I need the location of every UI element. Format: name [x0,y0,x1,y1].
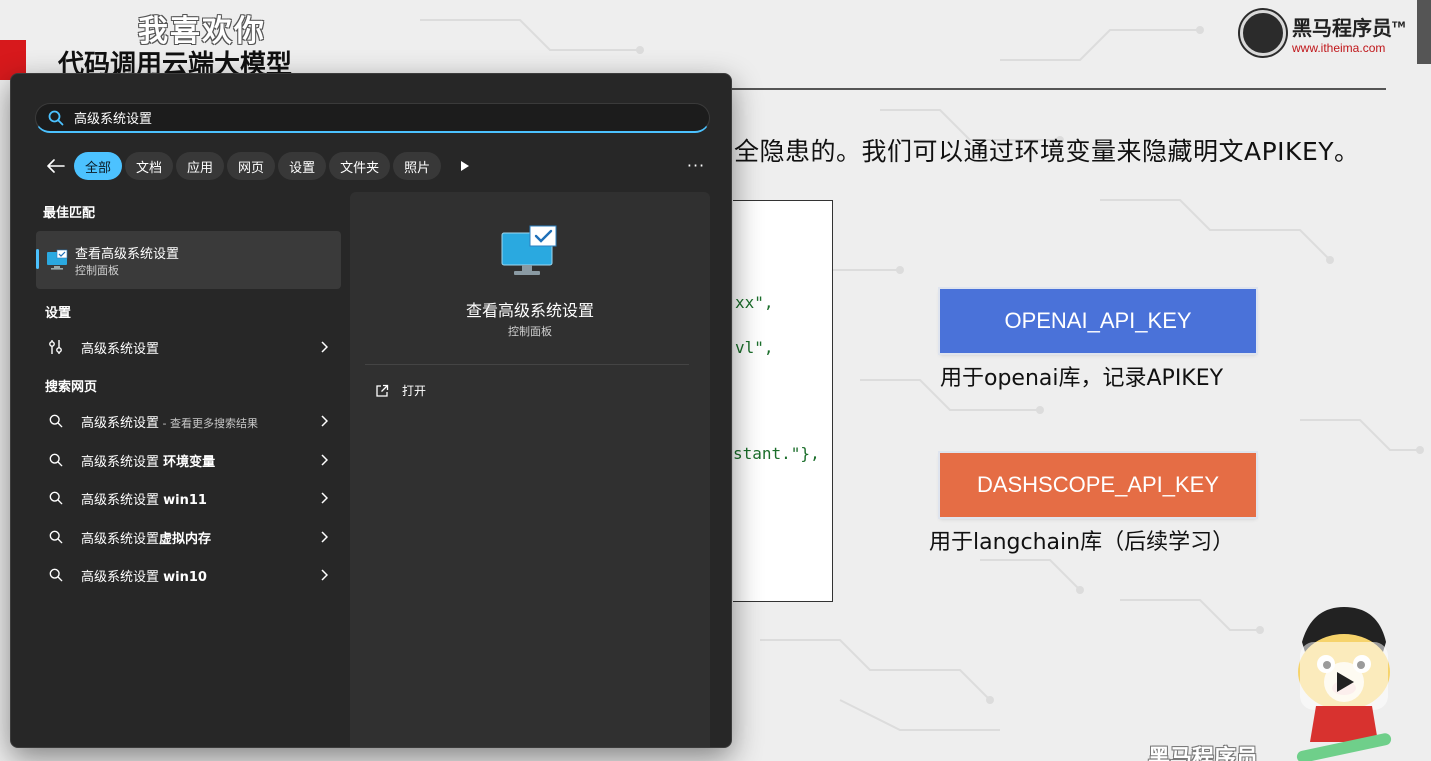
preview-subtitle: 控制面板 [508,325,552,338]
monitor-check-icon [501,225,557,275]
chevron-right-icon [317,340,331,354]
web-result-item[interactable]: 高级系统设置 win10 [41,559,331,591]
section-web-search: 搜索网页 [45,380,98,395]
chevron-right-icon [317,491,331,505]
logo-url: www.itheima.com [1292,40,1386,55]
mascot-icon [1296,607,1392,761]
section-settings: 设置 [45,306,72,321]
play-icon[interactable] [450,152,480,180]
filter-chip-all[interactable]: 全部 [74,152,123,180]
web-result-label: 高级系统设置 [81,415,160,431]
best-match-title: 查看高级系统设置 [75,247,180,262]
arrow-left-icon[interactable] [41,152,71,180]
logo-trademark: TM [1392,19,1406,29]
logo-name: 黑马程序员 [1292,15,1392,40]
search-box[interactable] [35,103,710,133]
web-result-label: 高级系统设置 [81,492,164,508]
brand-logo: 黑马程序员TM www.itheima.com [1240,10,1405,56]
monitor-check-icon [47,249,68,270]
web-result-item[interactable]: 高级系统设置 win11 [41,482,331,514]
horse-logo-icon [1240,10,1286,56]
search-filter-bar: 全部 文档 应用 网页 设置 文件夹 照片 ··· [41,151,711,181]
preview-title: 查看高级系统设置 [465,301,594,320]
search-icon [47,412,65,430]
chevron-right-icon [317,568,331,582]
code-snippet-box: xx", vl", stant."}, [733,200,833,602]
scrollbar[interactable] [1417,0,1431,64]
web-result-label: 高级系统设置 [81,531,160,547]
web-result-keyword: 环境变量 [163,454,216,470]
section-best-match: 最佳匹配 [43,206,96,221]
slide-intro-text: 全隐患的。我们可以通过环境变量来隐藏明文APIKEY。 [734,137,1360,166]
title-divider [730,88,1386,90]
filter-chip-folders[interactable]: 文件夹 [329,152,391,180]
filter-chip-web[interactable]: 网页 [227,152,276,180]
filter-chip-apps[interactable]: 应用 [176,152,225,180]
filter-chip-photos[interactable]: 照片 [393,152,442,180]
openai-api-key-box: OPENAI_API_KEY [940,289,1256,353]
web-result-keyword: win10 [163,569,207,585]
open-action[interactable]: 打开 [375,382,426,399]
web-result-label: 高级系统设置 [81,454,164,470]
search-input[interactable] [74,110,674,125]
code-line: xx", [735,293,774,312]
dashscope-api-key-box: DASHSCOPE_API_KEY [940,453,1256,517]
code-line: stant."}, [733,444,820,463]
openai-key-description: 用于openai库，记录APIKEY [940,366,1224,391]
filter-chip-settings[interactable]: 设置 [278,152,327,180]
bottom-watermark: 黑马程序员 [1148,746,1259,761]
best-match-subtitle: 控制面板 [75,264,119,277]
dashscope-key-description: 用于langchain库（后续学习） [929,530,1235,555]
result-preview-pane: 查看高级系统设置 控制面板 打开 [350,192,710,747]
chevron-right-icon [317,414,331,428]
filter-chip-documents[interactable]: 文档 [125,152,174,180]
settings-result-item[interactable]: 高级系统设置 [41,331,331,363]
preview-divider [365,364,689,365]
web-result-item[interactable]: 高级系统设置 环境变量 [41,444,331,476]
search-icon [47,528,65,546]
web-result-keyword: 虚拟内存 [159,531,212,547]
chevron-right-icon [317,530,331,544]
code-line: vl", [735,338,774,357]
web-result-keyword: win11 [163,492,207,508]
best-match-result[interactable]: 查看高级系统设置 控制面板 [36,231,341,289]
search-icon [48,110,64,126]
settings-sliders-icon [47,338,65,356]
more-options-button[interactable]: ··· [681,151,711,179]
windows-search-panel: 全部 文档 应用 网页 设置 文件夹 照片 ··· 最佳匹配 查看高级系统设置 … [10,73,732,748]
selection-indicator [36,249,39,269]
search-icon [47,489,65,507]
web-result-label: 高级系统设置 [81,569,164,585]
web-result-suffix: - 查看更多搜索结果 [159,416,258,430]
settings-result-label: 高级系统设置 [81,341,160,357]
open-action-label: 打开 [402,384,427,398]
search-icon [47,451,65,469]
web-result-item[interactable]: 高级系统设置虚拟内存 [41,521,331,553]
open-external-icon [375,384,389,398]
search-icon [47,566,65,584]
chevron-right-icon [317,453,331,467]
web-result-item[interactable]: 高级系统设置 - 查看更多搜索结果 [41,405,331,437]
